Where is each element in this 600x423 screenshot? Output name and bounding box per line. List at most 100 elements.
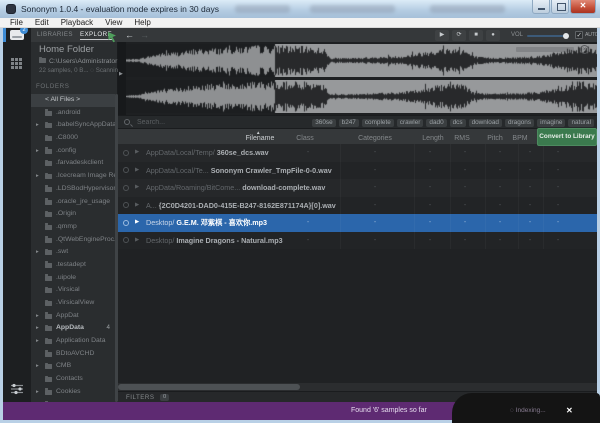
folder-icon [45,352,52,357]
folder-item[interactable]: ▸CMB [31,360,115,373]
search-tag[interactable]: crawler [397,119,424,128]
table-row[interactable]: ▶AppData/Roaming/BitCome... download-com… [118,179,597,197]
folder-item[interactable]: .oracle_jre_usage [31,196,115,209]
table-row[interactable]: ▶AppData/Local/Te... Sononym Crawler_Tmp… [118,162,597,180]
column-header-categories[interactable]: Categories [345,135,405,142]
transport-controls: ▶ ⟳ ■ ● [435,30,500,41]
row-status-icon [123,237,129,243]
watermark-smudge [235,5,290,13]
table-row[interactable]: ▶AppData/Local/Temp/ 360se_dcs.wav------… [118,144,597,162]
search-tag[interactable]: dad0 [426,119,446,128]
row-cell: - [303,144,313,162]
folder-item[interactable]: ▸.config [31,145,115,158]
folder-item[interactable]: .qmmp [31,221,115,234]
expand-icon[interactable]: ▸ [36,335,39,348]
volume-knob[interactable] [563,33,569,39]
folder-item[interactable]: ▸.swt [31,246,115,259]
folder-icon [45,364,52,369]
row-cell: - [460,232,470,250]
folder-item[interactable]: < All Files > [31,94,115,107]
selection-clear-icon[interactable]: × [580,45,589,54]
filters-toggle-icon[interactable] [10,382,24,400]
expand-icon[interactable]: ▸ [36,322,39,335]
search-input[interactable] [135,116,255,129]
row-cell: - [425,232,435,250]
folder-item[interactable]: ▸AppData4 [31,322,115,335]
search-tag[interactable]: 360se [312,119,335,128]
folder-item[interactable]: ▸.babelSyncAppData [31,119,115,132]
menu-view[interactable]: View [99,18,128,27]
search-tag[interactable]: dragons [505,119,534,128]
loop-button[interactable]: ⟳ [452,30,466,41]
stop-button[interactable]: ■ [469,30,483,41]
menu-edit[interactable]: Edit [29,18,55,27]
back-icon[interactable]: ← [125,29,134,41]
folder-item[interactable]: .android [31,107,115,120]
folder-item[interactable]: .testadept [31,259,115,272]
search-tag[interactable]: download [469,119,502,128]
expand-icon[interactable]: ▸ [36,145,39,158]
menu-file[interactable]: File [4,18,29,27]
library-icon[interactable]: 2 [10,30,24,40]
expand-icon[interactable]: ▸ [36,246,39,259]
close-button[interactable] [570,0,596,14]
row-play-icon[interactable]: ▶ [135,144,139,162]
folder-label: .VirsicalView [56,297,94,310]
convert-to-library-button[interactable]: Convert to Library [537,128,597,146]
record-button[interactable]: ● [486,30,500,41]
search-tag[interactable]: b247 [339,119,359,128]
row-play-icon[interactable]: ▶ [135,214,139,232]
forward-icon[interactable]: → [140,29,149,41]
expand-icon[interactable]: ▸ [36,360,39,373]
folder-item[interactable]: BDtoAVCHD [31,348,115,361]
table-row[interactable]: ▶Desktop/ Imagine Dragons - Natural.mp3-… [118,232,597,250]
row-cell: - [370,214,380,232]
column-header-class[interactable]: Class [275,135,335,142]
expand-icon[interactable]: ▸ [36,170,39,183]
folder-item[interactable]: Contacts [31,373,115,386]
menu-playback[interactable]: Playback [55,18,99,27]
folder-item[interactable]: ▸Application Data [31,335,115,348]
table-row[interactable]: ▶A... {2C0D4201-DAD0-415E-B247-8162E8711… [118,197,597,215]
folder-item[interactable]: ▸AppDat [31,310,115,323]
search-tag[interactable]: natural [568,119,594,128]
playhead-marker-icon: ▶ [119,71,123,77]
menu-help[interactable]: Help [128,18,156,27]
waveform-channel-right[interactable] [126,80,597,113]
folder-label: .oracle_jre_usage [56,196,110,209]
search-tag[interactable]: complete [362,119,394,128]
play-button[interactable]: ▶ [435,30,449,41]
locate-cursor-icon[interactable] [107,30,117,48]
search-tag[interactable]: dcs [450,119,466,128]
folder-item[interactable]: .Virsical [31,284,115,297]
minimize-button[interactable] [532,0,550,14]
grid-view-icon[interactable] [11,58,22,69]
maximize-button[interactable] [551,0,569,14]
waveform-panel[interactable]: ▶ × [118,42,597,115]
row-cell: - [425,197,435,215]
folder-item[interactable]: .farvadeskclient [31,157,115,170]
expand-icon[interactable]: ▸ [36,386,39,399]
folder-item[interactable]: .LDSBodHypervisor... [31,183,115,196]
folder-item[interactable]: ▸Cookies [31,386,115,399]
folder-item[interactable]: .QtWebEngineProc... [31,234,115,247]
search-tag[interactable]: imagine [537,119,565,128]
autoplay-checkbox[interactable] [575,31,583,39]
folder-item[interactable]: .uipole [31,272,115,285]
folder-item[interactable]: .C8000 [31,132,115,145]
row-play-icon[interactable]: ▶ [135,197,139,215]
horizontal-scrollbar-thumb[interactable] [118,384,300,390]
table-row[interactable]: ▶Desktop/ G.E.M. 邓紫棋 - 喜欢你.mp3------- [118,214,597,232]
row-play-icon[interactable]: ▶ [135,179,139,197]
folder-item[interactable]: .VirsicalView [31,297,115,310]
status-close-icon[interactable]: ✕ [566,402,573,420]
folder-item[interactable]: ▸.Icecream Image Re... [31,170,115,183]
expand-icon[interactable]: ▸ [36,310,39,323]
folder-item[interactable]: .Origin [31,208,115,221]
folder-icon [45,200,52,205]
tab-libraries[interactable]: LIBRARIES [37,31,73,39]
row-play-icon[interactable]: ▶ [135,232,139,250]
row-play-icon[interactable]: ▶ [135,162,139,180]
expand-icon[interactable]: ▸ [36,119,39,132]
volume-slider[interactable] [527,35,569,37]
